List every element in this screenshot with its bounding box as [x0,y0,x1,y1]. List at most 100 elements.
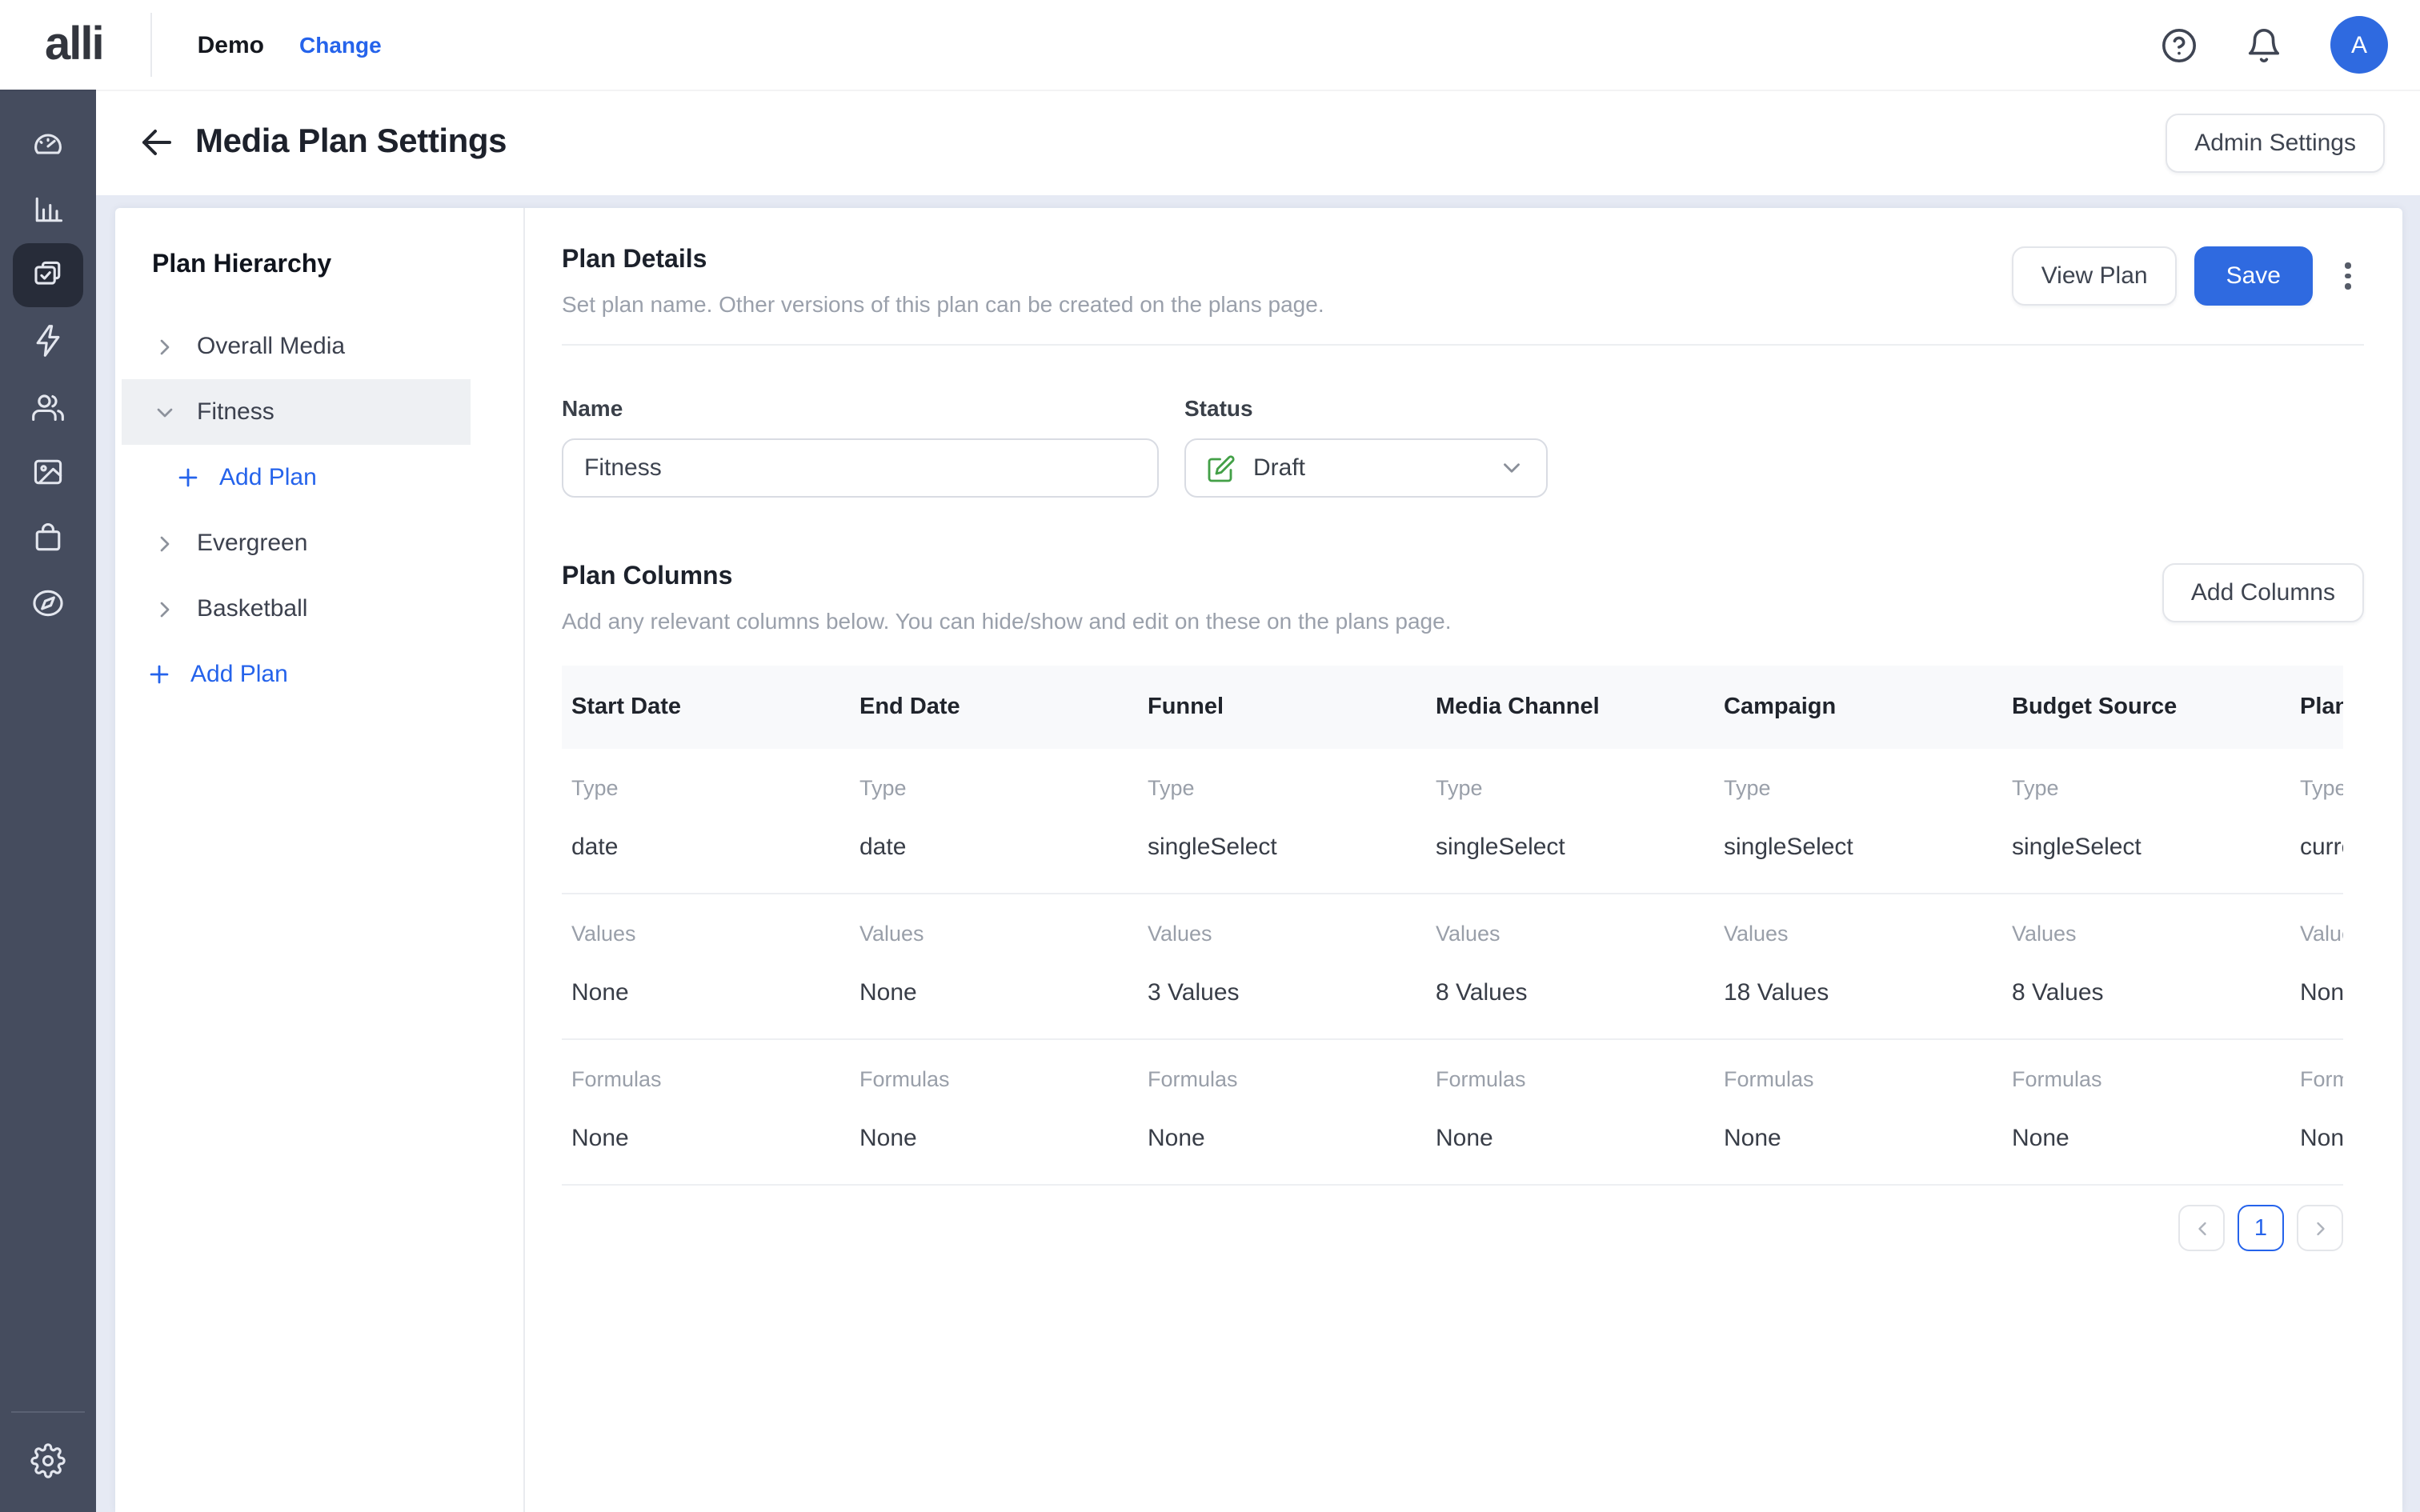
hierarchy-item-fitness[interactable]: Fitness [122,379,471,445]
sidebar-nav [0,90,96,1512]
table-cell: TypesingleSelect [1426,776,1714,861]
bell-icon[interactable] [2246,26,2282,63]
cell-value: None [2300,1125,2343,1152]
edit-pencil-icon [1207,454,1236,482]
gauge-icon[interactable] [13,112,83,176]
add-plan-button-nested[interactable]: Add Plan [115,445,523,510]
cell-value: None [2012,1125,2290,1152]
cell-label: Type [2300,776,2343,800]
plus-icon [174,464,202,491]
hierarchy-item-evergreen[interactable]: Evergreen [115,510,523,576]
prev-page-button[interactable] [2178,1205,2225,1251]
pagination: 1 [562,1205,2343,1251]
table-cell: Typedate [850,776,1138,861]
hierarchy-item-label: Add Plan [219,464,317,491]
cell-label: Formulas [1436,1067,1714,1091]
plus-icon [146,661,173,688]
next-page-button[interactable] [2297,1205,2343,1251]
cell-value: 8 Values [2012,979,2290,1006]
plan-columns-table: Start DateEnd DateFunnelMedia ChannelCam… [562,666,2343,1186]
cell-label: Formulas [2300,1067,2343,1091]
clipboard-check-icon[interactable] [13,243,83,307]
cell-value: currency [2300,834,2343,861]
alli-logo: alli [45,18,103,71]
more-options-icon[interactable] [2332,246,2364,306]
hierarchy-item-label: Evergreen [197,530,307,557]
admin-settings-button[interactable]: Admin Settings [2166,113,2385,172]
cell-label: Formulas [571,1067,850,1091]
client-name: Demo [198,31,264,58]
change-client-link[interactable]: Change [299,32,382,58]
lightning-icon[interactable] [13,309,83,373]
status-value: Draft [1253,454,1305,482]
table-cell: Values 8 Values [2002,922,2290,1006]
cell-label: Type [859,776,1138,800]
table-cell: TypesingleSelect [1714,776,2002,861]
help-circle-icon[interactable] [2161,26,2198,63]
cell-label: Values [2012,922,2290,946]
table-cell: Formulas None [562,1067,850,1152]
cell-value: None [859,979,1138,1006]
save-button[interactable]: Save [2194,246,2313,306]
cell-label: Values [1724,922,2002,946]
cell-label: Values [1148,922,1426,946]
cell-value: singleSelect [2012,834,2290,861]
column-header: Start Date [562,694,850,720]
table-cell: Values3 Values [1138,922,1426,1006]
view-plan-button[interactable]: View Plan [2013,246,2177,306]
cell-label: Type [571,776,850,800]
cell-value: 8 Values [1436,979,1714,1006]
page-number-button[interactable]: 1 [2238,1205,2284,1251]
table-cell: TypesingleSelect [1138,776,1426,861]
shopping-bag-icon[interactable] [13,506,83,570]
chevron-down-icon [152,399,178,425]
column-header: Budget Source [2002,694,2290,720]
section-divider [562,344,2364,346]
avatar[interactable]: A [2330,16,2388,74]
table-cell: Type currency [2290,776,2343,861]
column-header: Planned [2290,694,2343,720]
bar-chart-icon[interactable] [13,178,83,242]
cell-label: Formulas [859,1067,1138,1091]
hierarchy-item-overall-media[interactable]: Overall Media [115,314,523,379]
hierarchy-item-basketball[interactable]: Basketball [115,576,523,642]
content-area: Plan Hierarchy Overall MediaFitnessAdd P… [96,195,2420,1512]
cell-label: Formulas [1148,1067,1426,1091]
cell-label: Type [2012,776,2290,800]
table-cell: Formulas None [1714,1067,2002,1152]
cell-value: singleSelect [1724,834,2002,861]
cell-label: Values [571,922,850,946]
plan-columns-section: Plan Columns Add any relevant columns be… [562,563,2364,1251]
compass-icon[interactable] [13,571,83,635]
topbar-actions: A [2161,16,2420,74]
column-header: Funnel [1138,694,1426,720]
cell-value: None [571,1125,850,1152]
chevron-right-icon [152,530,178,556]
app-viewport: alli Demo Change A [0,0,2420,1512]
cell-value: None [1148,1125,1426,1152]
cell-value: None [1724,1125,2002,1152]
table-cell: ValuesNone [2290,922,2343,1006]
image-icon[interactable] [13,440,83,504]
sidebar-divider [11,1411,85,1413]
add-columns-button[interactable]: Add Columns [2162,563,2364,622]
page-header: Media Plan Settings Admin Settings [96,90,2420,195]
table-row-type: TypedateTypedateTypesingleSelectTypesing… [562,749,2343,894]
name-input[interactable] [562,438,1159,498]
cell-label: Formulas [1724,1067,2002,1091]
topbar: alli Demo Change A [0,0,2420,90]
status-field-group: Status Draft [1184,395,1548,498]
hierarchy-item-label: Fitness [197,398,274,426]
chevron-right-icon [152,334,178,359]
table-cell: Formulas None [2290,1067,2343,1152]
users-icon[interactable] [13,374,83,438]
back-arrow-icon[interactable] [138,123,176,162]
status-select[interactable]: Draft [1184,438,1548,498]
cell-label: Values [2300,922,2343,946]
cell-value: singleSelect [1436,834,1714,861]
table-cell: Values8 Values [1426,922,1714,1006]
add-plan-button[interactable]: Add Plan [115,642,523,707]
gear-icon[interactable] [13,1429,83,1493]
cell-label: Formulas [2012,1067,2290,1091]
plan-details-form: Name Status Draft [562,395,2364,498]
